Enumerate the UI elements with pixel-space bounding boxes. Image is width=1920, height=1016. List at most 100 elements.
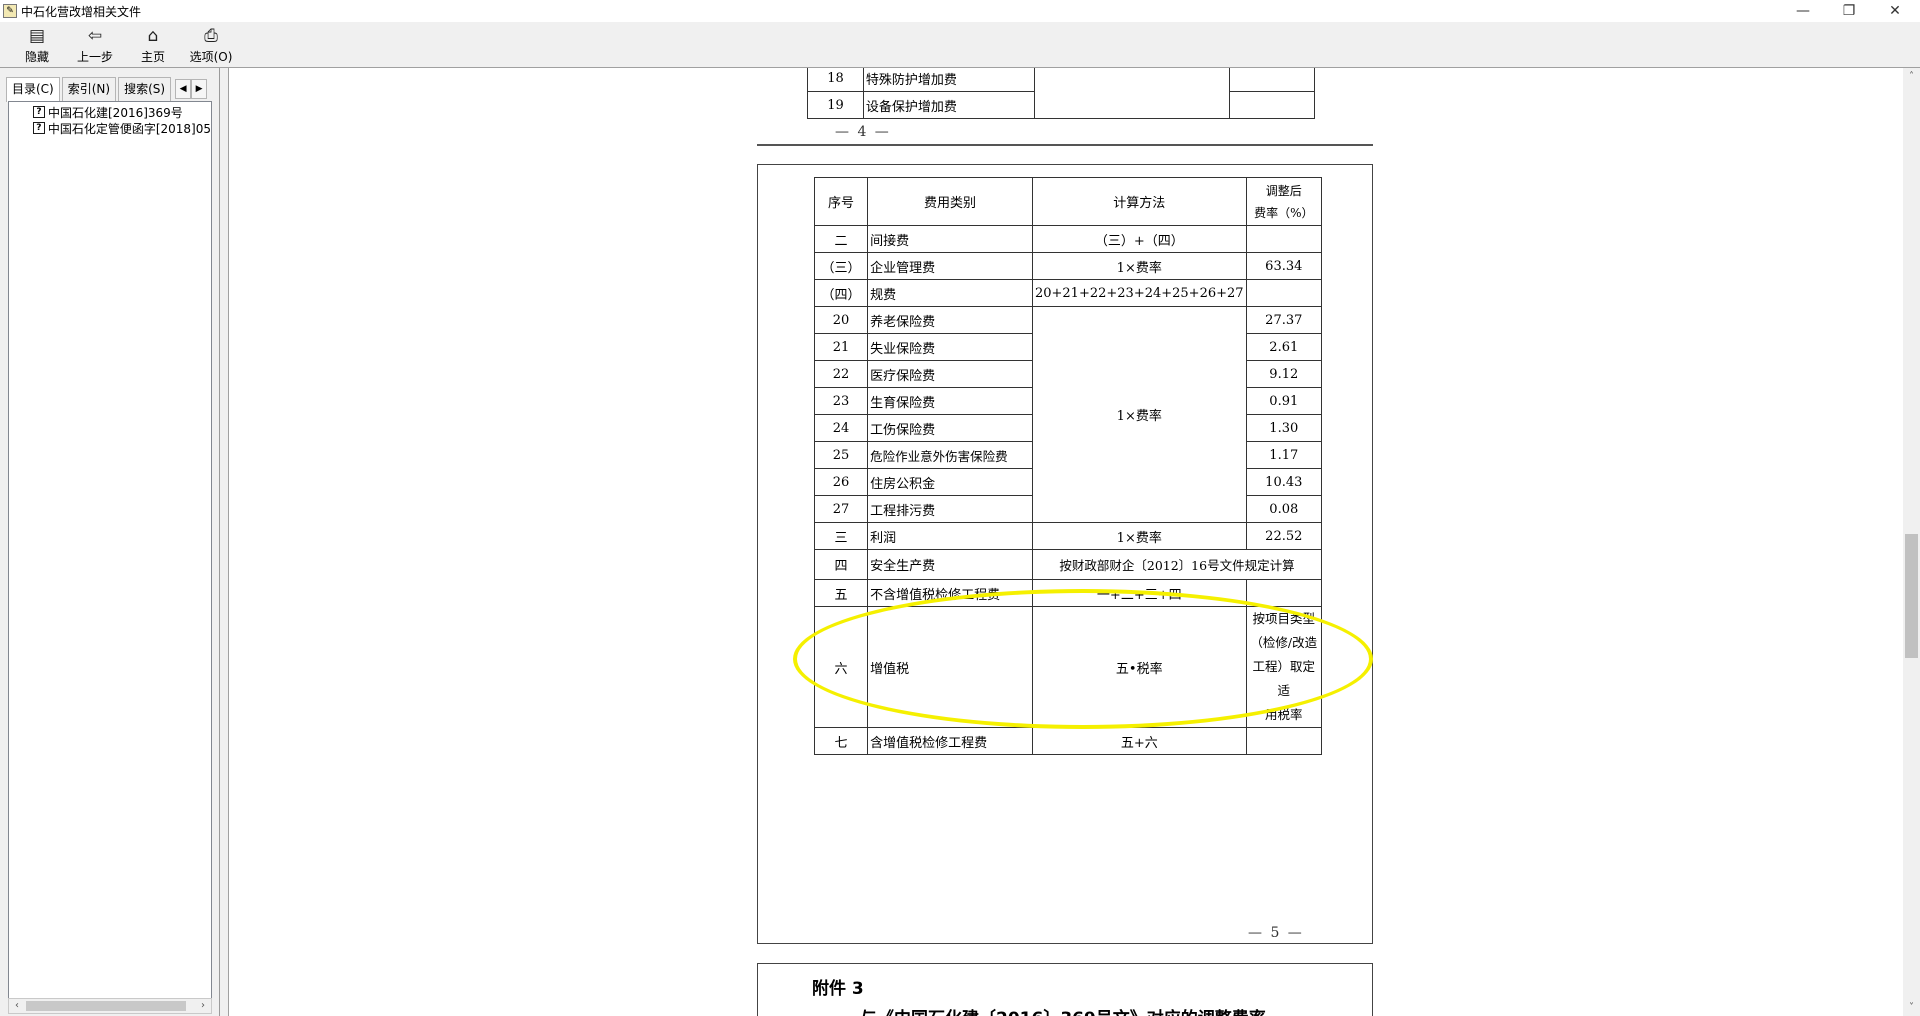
home-icon: ⌂ <box>147 26 159 46</box>
row-no: 25 <box>813 441 869 469</box>
close-button[interactable]: ✕ <box>1872 0 1918 22</box>
row-rate: 0.91 <box>1245 387 1323 415</box>
table-row: （三） 企业管理费 1×费率 63.34 <box>813 252 1323 280</box>
home-button[interactable]: ⌂ 主页 <box>124 22 182 66</box>
scroll-left-icon[interactable]: ‹ <box>9 999 25 1013</box>
table-row: （四） 规费 20+21+22+23+24+25+26+27 <box>813 279 1323 307</box>
row-no: 三 <box>813 522 869 550</box>
row-name: 工伤保险费 <box>867 414 1033 442</box>
tree-item-label: 中国石化定管便函字[2018]05 <box>47 121 211 136</box>
page-4-fragment: 18 特殊防护增加费 19 设备保护增加费 — 4 — <box>757 68 1373 146</box>
row-name: 住房公积金 <box>867 468 1033 496</box>
row-name: 规费 <box>867 279 1033 307</box>
back-arrow-icon: ⇦ <box>87 26 103 46</box>
highlight-ellipse <box>793 589 1373 729</box>
minimize-button[interactable]: — <box>1780 0 1826 22</box>
row-name: 养老保险费 <box>867 306 1033 334</box>
row-no: 四 <box>813 549 869 580</box>
maximize-button[interactable]: ❐ <box>1826 0 1872 22</box>
attachment-subtitle: 与《中国石化建〔2016〕369号文》对应的调整费率 <box>860 1004 1266 1016</box>
row-name: 含增值税检修工程费 <box>867 727 1033 755</box>
tab-search[interactable]: 搜索(S) <box>118 77 172 101</box>
row-rate: 1.17 <box>1245 441 1323 469</box>
help-topic-icon: ? <box>33 106 45 118</box>
row-name: 安全生产费 <box>867 549 1033 580</box>
row-rate: 0.08 <box>1245 495 1323 523</box>
tab-scroll-arrows: ◀ ▶ <box>175 77 208 101</box>
row-name: 失业保险费 <box>867 333 1033 361</box>
header-rate-line1: 调整后 <box>1265 183 1302 198</box>
tree-item-label: 中国石化建[2016]369号 <box>48 105 183 120</box>
page-number: — 5 — <box>1248 925 1304 941</box>
hide-button[interactable]: ▤ 隐藏 <box>8 22 66 66</box>
toolbar: ▤ 隐藏 ⇦ 上一步 ⌂ 主页 ⎙ 选项(O) <box>0 22 1920 68</box>
row-name: 生育保险费 <box>867 387 1033 415</box>
page-separator <box>757 144 1373 146</box>
row-method: 1×费率 <box>1031 252 1247 280</box>
tree-horizontal-scrollbar[interactable]: ‹ › <box>8 998 212 1014</box>
page4-table: 18 特殊防护增加费 19 设备保护增加费 <box>807 68 1315 119</box>
row-rate <box>1245 225 1323 253</box>
row-method: 五+六 <box>1031 727 1247 755</box>
row-rate <box>1245 279 1323 307</box>
back-label: 上一步 <box>76 50 113 64</box>
tab-contents[interactable]: 目录(C) <box>6 77 60 102</box>
row-no: 二 <box>813 225 869 253</box>
row-method: 20+21+22+23+24+25+26+27 <box>1031 279 1247 307</box>
row-no: 七 <box>813 727 869 755</box>
hide-icon: ▤ <box>28 26 46 46</box>
scrollbar-thumb[interactable] <box>26 1001 186 1011</box>
sidebar: 目录(C) 索引(N) 搜索(S) ◀ ▶ ? 中国石化建[2016]369号 … <box>0 68 220 1016</box>
row-no: 19 <box>807 91 864 119</box>
page-number: — 4 — <box>835 124 891 140</box>
row-name: 间接费 <box>867 225 1033 253</box>
row-name: 企业管理费 <box>867 252 1033 280</box>
back-button[interactable]: ⇦ 上一步 <box>66 22 124 66</box>
document-vertical-scrollbar[interactable]: ˄ ˅ <box>1903 68 1920 1016</box>
scroll-down-icon[interactable]: ˅ <box>1903 999 1920 1016</box>
row-method: 按财政部财企〔2012〕16号文件规定计算 <box>1031 549 1323 580</box>
page-6-fragment: 附件 3 与《中国石化建〔2016〕369号文》对应的调整费率 <box>757 963 1373 1016</box>
sidebar-tabs: 目录(C) 索引(N) 搜索(S) ◀ ▶ <box>6 77 216 102</box>
row-method: （三）+（四） <box>1031 225 1247 253</box>
header-rate: 调整后 费率（%） <box>1245 177 1323 226</box>
document-viewer: 18 特殊防护增加费 19 设备保护增加费 — 4 — 序号 费用类别 计算方法… <box>228 68 1920 1016</box>
row-name: 危险作业意外伤害保险费 <box>867 441 1033 469</box>
table-row: 七 含增值税检修工程费 五+六 <box>813 727 1323 755</box>
options-button[interactable]: ⎙ 选项(O) <box>182 22 240 66</box>
scroll-right-icon[interactable]: › <box>195 999 211 1013</box>
row-rate: 63.34 <box>1245 252 1323 280</box>
row-rate: 27.37 <box>1245 306 1323 334</box>
row-no: （四） <box>813 279 869 307</box>
row-no: 20 <box>813 306 869 334</box>
row-no: （三） <box>813 252 869 280</box>
header-method: 计算方法 <box>1031 177 1247 226</box>
row-name: 医疗保险费 <box>867 360 1033 388</box>
table-row: 二 间接费 （三）+（四） <box>813 225 1323 253</box>
table-row: 四 安全生产费 按财政部财企〔2012〕16号文件规定计算 <box>813 549 1323 580</box>
row-rate: 2.61 <box>1245 333 1323 361</box>
table-header-row: 序号 费用类别 计算方法 调整后 费率（%） <box>813 177 1323 226</box>
help-topic-icon: ? <box>33 122 45 134</box>
row-no: 22 <box>813 360 869 388</box>
scroll-up-icon[interactable]: ˄ <box>1903 68 1920 85</box>
row-no: 23 <box>813 387 869 415</box>
row-rate: 22.52 <box>1245 522 1323 550</box>
scrollbar-thumb[interactable] <box>1905 534 1918 658</box>
row-name: 特殊防护增加费 <box>862 68 1035 92</box>
tree-item[interactable]: ? 中国石化建[2016]369号 <box>33 104 211 120</box>
options-icon: ⎙ <box>204 26 218 46</box>
header-name: 费用类别 <box>867 177 1033 226</box>
table-row: 20 养老保险费 1×费率 27.37 <box>813 306 1323 523</box>
row-rate <box>1245 727 1323 755</box>
home-label: 主页 <box>140 50 165 64</box>
row-no: 五 <box>813 579 869 607</box>
attachment-title: 附件 3 <box>812 979 864 999</box>
row-rate: 10.43 <box>1245 468 1323 496</box>
tab-scroll-right-icon[interactable]: ▶ <box>191 79 208 99</box>
tab-scroll-left-icon[interactable]: ◀ <box>175 79 192 99</box>
tree-item[interactable]: ? 中国石化定管便函字[2018]05 <box>33 120 211 136</box>
window-title: 中石化营改增相关文件 <box>21 4 142 19</box>
tab-index[interactable]: 索引(N) <box>61 77 117 101</box>
row-rate: 9.12 <box>1245 360 1323 388</box>
